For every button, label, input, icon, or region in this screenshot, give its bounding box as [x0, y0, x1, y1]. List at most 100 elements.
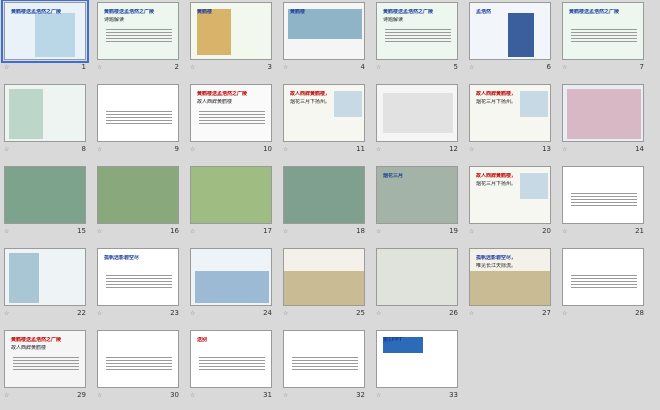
- slide-transition-icon: ☆: [4, 64, 10, 71]
- slide-thumbnail[interactable]: [562, 248, 644, 306]
- slide-thumbnail[interactable]: [190, 166, 272, 224]
- slide-thumbnail[interactable]: 黄鹤楼送孟浩然之广陵 诗题解读: [376, 2, 458, 60]
- slide-title: 黄鹤楼送孟浩然之广陵: [383, 9, 434, 15]
- slide-picture: [520, 173, 548, 199]
- slide-transition-icon: ☆: [562, 310, 568, 317]
- slide-thumbnail[interactable]: [562, 84, 644, 142]
- slide-thumbnail[interactable]: 孟浩然: [469, 2, 551, 60]
- slide-number: 11: [356, 145, 365, 153]
- slide-number: 8: [81, 145, 86, 153]
- slide-picture: [195, 271, 269, 303]
- slide-number: 10: [263, 145, 272, 153]
- slide-text-lines: [13, 355, 79, 372]
- slide-thumbnail[interactable]: [4, 166, 86, 224]
- slide-transition-icon: ☆: [190, 64, 196, 71]
- slide-transition-icon: ☆: [4, 228, 10, 235]
- slide-number: 18: [356, 227, 365, 235]
- slide-thumbnail[interactable]: [562, 166, 644, 224]
- slide-title: 黄鹤楼: [197, 9, 213, 15]
- slide-text-lines: [571, 191, 637, 208]
- slide-number: 2: [174, 63, 179, 71]
- slide-thumbnail[interactable]: 孤帆远影碧空尽: [97, 248, 179, 306]
- slide-thumbnail[interactable]: [97, 166, 179, 224]
- slide-picture: [197, 9, 231, 55]
- slide-transition-icon: ☆: [190, 228, 196, 235]
- slide-thumbnail[interactable]: 烟花三月: [376, 166, 458, 224]
- slide-thumbnail[interactable]: [97, 330, 179, 388]
- slide-thumbnail[interactable]: [283, 248, 365, 306]
- slide-thumbnail[interactable]: 黄鹤楼送孟浩然之广陵: [1, 0, 89, 63]
- slide-title: 送别: [197, 337, 208, 343]
- slide-thumbnail[interactable]: [376, 84, 458, 142]
- slide-transition-icon: ☆: [283, 310, 289, 317]
- slide-thumbnail[interactable]: [190, 248, 272, 306]
- slide-sorter-grid: 黄鹤楼送孟浩然之广陵 1 ☆ 黄鹤楼送孟浩然之广陵 诗题解读 2 ☆ 黄鹤楼 3 ☆ 黄鹤楼 4 ☆ 黄鹤…: [0, 0, 660, 410]
- slide-number: 28: [635, 309, 644, 317]
- slide-number: 7: [639, 63, 644, 71]
- slide-thumbnail[interactable]: 第1PPT: [376, 330, 458, 388]
- slide-number: 27: [542, 309, 551, 317]
- slide-transition-icon: ☆: [376, 146, 382, 153]
- slide-transition-icon: ☆: [376, 392, 382, 399]
- slide-number: 33: [449, 391, 458, 399]
- slide-text-lines: [106, 27, 172, 44]
- slide-title: 孤帆远影碧空尽: [104, 255, 140, 261]
- slide-thumbnail[interactable]: 送别: [190, 330, 272, 388]
- slide-text-lines: [571, 27, 637, 44]
- slide-thumbnail[interactable]: [97, 84, 179, 142]
- slide-thumbnail[interactable]: [4, 248, 86, 306]
- slide-text-lines: [199, 355, 265, 372]
- slide-title: 黄鹤楼: [290, 9, 306, 15]
- slide-body-text: 烟花三月下扬州。: [476, 181, 517, 187]
- slide-thumbnail[interactable]: [283, 330, 365, 388]
- slide-number: 16: [170, 227, 179, 235]
- slide-title: 第1PPT: [383, 337, 403, 343]
- slide-thumbnail[interactable]: 黄鹤楼送孟浩然之广陵 故人西辞黄鹤楼: [4, 330, 86, 388]
- slide-title: 故人西辞黄鹤楼，: [476, 173, 517, 179]
- slide-picture: [334, 91, 362, 117]
- slide-transition-icon: ☆: [562, 64, 568, 71]
- slide-picture: [284, 271, 364, 305]
- slide-transition-icon: ☆: [469, 146, 475, 153]
- slide-picture: [567, 89, 641, 139]
- slide-number: 23: [170, 309, 179, 317]
- slide-transition-icon: ☆: [469, 64, 475, 71]
- slide-title: 黄鹤楼送孟浩然之广陵: [569, 9, 620, 15]
- slide-picture: [284, 167, 364, 223]
- slide-number: 12: [449, 145, 458, 153]
- slide-number: 24: [263, 309, 272, 317]
- slide-thumbnail[interactable]: [4, 84, 86, 142]
- slide-transition-icon: ☆: [283, 392, 289, 399]
- slide-thumbnail[interactable]: 黄鹤楼送孟浩然之广陵 诗题解读: [97, 2, 179, 60]
- slide-transition-icon: ☆: [97, 64, 103, 71]
- slide-thumbnail[interactable]: 孤帆远影碧空尽， 唯见长江天际流。: [469, 248, 551, 306]
- slide-body-text: 诗题解读: [104, 17, 125, 23]
- slide-body-text: 唯见长江天际流。: [476, 263, 517, 269]
- slide-number: 5: [453, 63, 458, 71]
- slide-transition-icon: ☆: [562, 228, 568, 235]
- slide-text-lines: [106, 355, 172, 372]
- slide-thumbnail[interactable]: 黄鹤楼送孟浩然之广陵 故人西辞黄鹤楼: [190, 84, 272, 142]
- slide-number: 32: [356, 391, 365, 399]
- slide-transition-icon: ☆: [97, 310, 103, 317]
- slide-thumbnail[interactable]: 故人西辞黄鹤楼， 烟花三月下扬州。: [469, 84, 551, 142]
- slide-number: 19: [449, 227, 458, 235]
- slide-transition-icon: ☆: [469, 310, 475, 317]
- slide-transition-icon: ☆: [190, 310, 196, 317]
- slide-thumbnail[interactable]: 黄鹤楼: [190, 2, 272, 60]
- slide-transition-icon: ☆: [283, 64, 289, 71]
- slide-transition-icon: ☆: [469, 228, 475, 235]
- slide-thumbnail[interactable]: [376, 248, 458, 306]
- slide-body-text: 烟花三月下扬州。: [476, 99, 517, 105]
- slide-number: 9: [174, 145, 179, 153]
- slide-number: 26: [449, 309, 458, 317]
- slide-thumbnail[interactable]: 黄鹤楼: [283, 2, 365, 60]
- slide-thumbnail[interactable]: [283, 166, 365, 224]
- slide-transition-icon: ☆: [376, 64, 382, 71]
- slide-thumbnail[interactable]: 故人西辞黄鹤楼， 烟花三月下扬州。: [469, 166, 551, 224]
- slide-thumbnail[interactable]: 故人西辞黄鹤楼， 烟花三月下扬州。: [283, 84, 365, 142]
- slide-transition-icon: ☆: [97, 146, 103, 153]
- slide-thumbnail[interactable]: 黄鹤楼送孟浩然之广陵: [562, 2, 644, 60]
- slide-number: 29: [77, 391, 86, 399]
- slide-picture: [98, 167, 178, 223]
